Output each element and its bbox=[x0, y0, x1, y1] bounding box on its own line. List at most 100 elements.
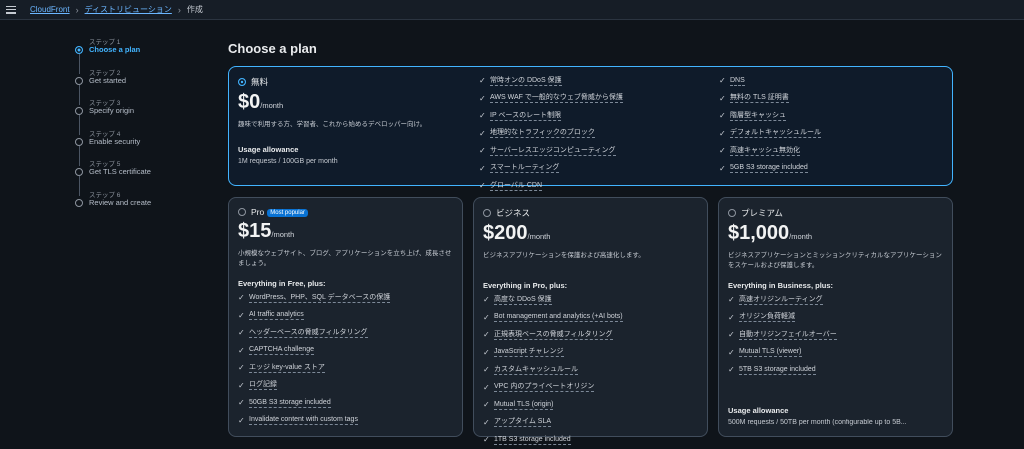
check-icon: ✓ bbox=[238, 380, 245, 390]
check-icon: ✓ bbox=[483, 347, 490, 357]
plan-description: 小規模なウェブサイト、ブログ、アプリケーションを立ち上げ、成長させましょう。 bbox=[238, 250, 452, 267]
feature-text[interactable]: IP ベースのレート制限 bbox=[490, 111, 562, 121]
check-icon: ✓ bbox=[483, 330, 490, 340]
radio-business[interactable] bbox=[483, 208, 491, 217]
feature-list: ✓ DNS ✓ 無料の TLS 証明書 ✓ 階層型キャッシュ ✓ デフォルトキャッシュルール ✓… bbox=[719, 72, 944, 177]
check-icon: ✓ bbox=[719, 146, 726, 156]
check-icon: ✓ bbox=[238, 345, 245, 355]
feature-text[interactable]: グローバル CDN bbox=[490, 181, 543, 191]
feature-text[interactable]: 高速キャッシュ無効化 bbox=[730, 146, 800, 156]
feature-text[interactable]: 階層型キャッシュ bbox=[730, 111, 786, 121]
check-icon: ✓ bbox=[728, 365, 735, 375]
feature-item: ✓ 地理的なトラフィックのブロック bbox=[479, 125, 709, 143]
feature-item: ✓ WordPress、PHP、SQL データベースの保護 bbox=[238, 289, 456, 307]
feature-text[interactable]: ヘッダーベースの脅威フィルタリング bbox=[249, 328, 368, 338]
feature-item: ✓ VPC 内のプライベートオリジン bbox=[483, 379, 701, 397]
feature-item: ✓ 50GB S3 storage included bbox=[238, 394, 456, 412]
check-icon: ✓ bbox=[483, 295, 490, 305]
check-icon: ✓ bbox=[479, 128, 486, 138]
step-5[interactable]: ステップ 5 Get TLS certificate bbox=[74, 158, 184, 196]
check-icon: ✓ bbox=[238, 328, 245, 338]
breadcrumb-cloudfront[interactable]: CloudFront bbox=[30, 5, 70, 14]
check-icon: ✓ bbox=[483, 312, 490, 322]
feature-text[interactable]: サーバーレスエッジコンピューティング bbox=[490, 146, 616, 156]
check-icon: ✓ bbox=[719, 163, 726, 173]
feature-text[interactable]: ログ記録 bbox=[249, 380, 277, 391]
feature-text[interactable]: スマートルーティング bbox=[490, 163, 560, 174]
feature-text[interactable]: CAPTCHA challenge bbox=[249, 345, 314, 356]
step-indicator-icon bbox=[75, 137, 83, 146]
check-icon: ✓ bbox=[483, 365, 490, 375]
feature-text[interactable]: 自動オリジンフェイルオーバー bbox=[739, 330, 837, 340]
feature-item: ✓ エッジ key-value ストア bbox=[238, 359, 456, 377]
plan-card-premium[interactable]: プレミアム $1,000/month ビジネスアプリケーションとミッションクリテ… bbox=[718, 197, 953, 437]
feature-text[interactable]: AWS WAF で一般的なウェブ脅威から保護 bbox=[490, 93, 623, 104]
check-icon: ✓ bbox=[728, 330, 735, 340]
check-icon: ✓ bbox=[479, 163, 486, 173]
feature-text[interactable]: Invalidate content with custom tags bbox=[249, 415, 358, 426]
feature-text[interactable]: 正規表現ベースの脅威フィルタリング bbox=[494, 330, 613, 340]
feature-text[interactable]: デフォルトキャッシュルール bbox=[730, 128, 821, 139]
feature-item: ✓ Bot management and analytics (+AI bots) bbox=[483, 309, 701, 327]
feature-item: ✓ JavaScript チャレンジ bbox=[483, 344, 701, 362]
feature-item: ✓ スマートルーティング bbox=[479, 160, 709, 178]
step-4[interactable]: ステップ 4 Enable security bbox=[74, 128, 184, 166]
feature-text[interactable]: エッジ key-value ストア bbox=[249, 363, 325, 373]
feature-text[interactable]: カスタムキャッシュルール bbox=[494, 365, 578, 375]
step-indicator-icon bbox=[75, 168, 83, 176]
feature-text[interactable]: 高度な DDoS 保護 bbox=[494, 295, 552, 305]
feature-text[interactable]: 1TB S3 storage included bbox=[494, 435, 571, 445]
menu-icon[interactable] bbox=[6, 5, 16, 14]
usage-value: 500M requests / 50TB per month (configur… bbox=[728, 419, 907, 426]
usage-value: 1M requests / 100GB per month bbox=[238, 158, 338, 165]
usage-title: Usage allowance bbox=[728, 406, 789, 415]
feature-text[interactable]: 無料の TLS 証明書 bbox=[730, 93, 789, 104]
feature-text[interactable]: Mutual TLS (origin) bbox=[494, 400, 554, 410]
radio-free[interactable] bbox=[238, 77, 246, 86]
feature-text[interactable]: JavaScript チャレンジ bbox=[494, 347, 564, 358]
feature-text[interactable]: AI traffic analytics bbox=[249, 310, 304, 321]
plan-card-business[interactable]: ビジネス $200/month ビジネスアプリケーションを保護および高速化します… bbox=[473, 197, 708, 445]
features-title: Everything in Business, plus: bbox=[728, 281, 834, 290]
feature-item: ✓ 5GB S3 storage included bbox=[719, 160, 944, 178]
check-icon: ✓ bbox=[719, 76, 726, 86]
plan-name: 無料 bbox=[251, 77, 269, 87]
feature-item: ✓ サーバーレスエッジコンピューティング bbox=[479, 142, 709, 160]
feature-text[interactable]: オリジン負荷軽減 bbox=[739, 312, 795, 323]
breadcrumb-distributions[interactable]: ディストリビューション bbox=[85, 4, 172, 15]
feature-item: ✓ 無料の TLS 証明書 bbox=[719, 90, 944, 108]
feature-text[interactable]: 常時オンの DDoS 保護 bbox=[490, 76, 562, 86]
feature-item: ✓ Mutual TLS (origin) bbox=[483, 396, 701, 414]
check-icon: ✓ bbox=[479, 146, 486, 156]
feature-item: ✓ CAPTCHA challenge bbox=[238, 342, 456, 360]
feature-text[interactable]: アップタイム SLA bbox=[494, 417, 552, 428]
step-1[interactable]: ステップ 1 Choose a plan bbox=[74, 36, 184, 74]
feature-text[interactable]: 50GB S3 storage included bbox=[249, 398, 331, 408]
feature-text[interactable]: WordPress、PHP、SQL データベースの保護 bbox=[249, 293, 391, 303]
radio-pro[interactable] bbox=[238, 207, 246, 216]
plan-card-pro[interactable]: Pro Most popular $15/month 小規模なウェブサイト、ブログ… bbox=[228, 197, 463, 437]
top-navigation-bar: CloudFront › ディストリビューション › 作成 bbox=[0, 0, 1024, 20]
feature-text[interactable]: Bot management and analytics (+AI bots) bbox=[494, 312, 623, 323]
feature-text[interactable]: DNS bbox=[730, 76, 745, 86]
step-3[interactable]: ステップ 3 Specify origin bbox=[74, 97, 184, 135]
step-6[interactable]: ステップ 6 Review and create bbox=[74, 189, 184, 220]
feature-text[interactable]: 高速オリジンルーティング bbox=[739, 295, 823, 305]
feature-text[interactable]: Mutual TLS (viewer) bbox=[739, 347, 802, 358]
feature-text[interactable]: 5TB S3 storage included bbox=[739, 365, 816, 375]
check-icon: ✓ bbox=[479, 76, 486, 86]
plan-price: $200/month bbox=[483, 222, 701, 245]
radio-premium[interactable] bbox=[728, 208, 736, 217]
step-indicator-icon bbox=[75, 76, 83, 85]
check-icon: ✓ bbox=[728, 312, 735, 322]
step-label: Get TLS certificate bbox=[89, 167, 151, 176]
feature-text[interactable]: 地理的なトラフィックのブロック bbox=[490, 128, 595, 139]
step-2[interactable]: ステップ 2 Get started bbox=[74, 67, 184, 105]
breadcrumb: CloudFront › ディストリビューション › 作成 bbox=[30, 4, 203, 15]
check-icon: ✓ bbox=[719, 93, 726, 103]
feature-item: ✓ 高速キャッシュ無効化 bbox=[719, 142, 944, 160]
feature-text[interactable]: VPC 内のプライベートオリジン bbox=[494, 382, 595, 393]
plan-card-free[interactable]: 無料 $0/month 趣味で利用する方、学習者、これから始めるデベロッパー向け… bbox=[228, 66, 953, 191]
feature-text[interactable]: 5GB S3 storage included bbox=[730, 163, 808, 174]
plan-price: $1,000/month bbox=[728, 222, 946, 245]
